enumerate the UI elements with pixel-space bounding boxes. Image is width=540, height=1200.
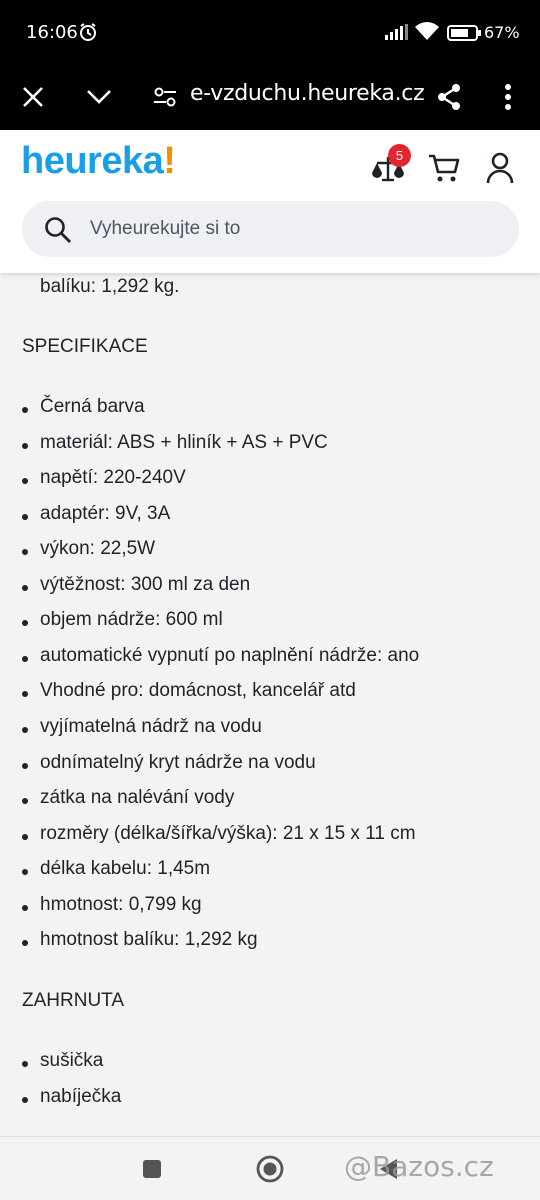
- status-time: 16:06: [26, 22, 78, 43]
- bullet-icon: [22, 940, 28, 947]
- search-placeholder[interactable]: Vyheurekujte si to: [90, 218, 240, 240]
- bullet-icon: [22, 726, 28, 733]
- list-item: vyjímatelná nádrž na vodu: [40, 715, 262, 737]
- bullet-icon: [22, 691, 28, 698]
- list-item: nabíječka: [40, 1085, 122, 1107]
- url-text[interactable]: e-vzduchu.heureka.cz: [190, 81, 425, 106]
- more-options-icon[interactable]: [488, 77, 528, 117]
- alarm-icon: [78, 22, 98, 47]
- product-description: balíku: 1,292 kg. SPECIFIKACE Černá barv…: [0, 273, 540, 1136]
- user-icon[interactable]: [480, 148, 520, 188]
- list-item: výkon: 22,5W: [40, 538, 156, 560]
- list-item: délka kabelu: 1,45m: [40, 858, 211, 880]
- bullet-icon: [22, 513, 28, 520]
- list-item: objem nádrže: 600 ml: [40, 609, 223, 631]
- cart-icon[interactable]: [424, 148, 464, 188]
- signal-icon: [385, 24, 409, 45]
- site-settings-icon[interactable]: [145, 77, 185, 117]
- bullet-icon: [22, 904, 28, 911]
- list-item: Vhodné pro: domácnost, kancelář atd: [40, 680, 356, 702]
- recents-icon[interactable]: [136, 1153, 168, 1185]
- included-heading: ZAHRNUTA: [22, 990, 125, 1011]
- list-item: Černá barva: [40, 396, 145, 417]
- bullet-icon: [22, 1061, 28, 1067]
- bullet-icon: [22, 869, 28, 876]
- list-item: materiál: ABS + hliník + AS + PVC: [40, 431, 328, 453]
- list-item: hmotnost: 0,799 kg: [40, 893, 202, 915]
- list-item: rozměry (délka/šířka/výška): 21 x 15 x 1…: [40, 822, 416, 844]
- bazos-watermark: @Bazos.cz: [344, 1150, 494, 1183]
- compare-count-badge: 5: [388, 144, 411, 167]
- bullet-icon: [22, 549, 28, 556]
- bullet-icon: [22, 442, 28, 449]
- bullet-icon: [22, 833, 28, 840]
- close-icon[interactable]: [13, 77, 53, 117]
- bullet-icon: [22, 798, 28, 805]
- list-item: výtěžnost: 300 ml za den: [40, 573, 251, 595]
- wifi-icon: [415, 22, 439, 47]
- list-item: sušička: [40, 1050, 104, 1071]
- bullet-icon: [22, 478, 28, 485]
- battery-percent: 67%: [484, 23, 520, 42]
- search-bar[interactable]: Vyheurekujte si to: [22, 201, 519, 257]
- list-item: odnímatelný kryt nádrže na vodu: [40, 751, 316, 773]
- bullet-icon: [22, 620, 28, 627]
- list-item: automatické vypnutí po naplnění nádrže: …: [40, 644, 420, 666]
- status-bar: 16:06 67%: [0, 0, 540, 64]
- search-icon: [44, 216, 72, 249]
- list-item: adaptér: 9V, 3A: [40, 502, 171, 524]
- battery-icon: [447, 25, 481, 46]
- specs-heading: SPECIFIKACE: [22, 336, 148, 357]
- bullet-icon: [22, 584, 28, 591]
- description-text: balíku: 1,292 kg.: [40, 276, 180, 297]
- chevron-down-icon[interactable]: [79, 77, 119, 117]
- bullet-icon: [22, 1096, 28, 1103]
- bullet-icon: [22, 655, 28, 662]
- heureka-logo[interactable]: heureka!: [21, 140, 176, 183]
- list-item: zátka na nalévání vody: [40, 787, 235, 809]
- share-icon[interactable]: [429, 77, 469, 117]
- home-icon[interactable]: [254, 1153, 286, 1185]
- bullet-icon: [22, 407, 28, 413]
- list-item: hmotnost balíku: 1,292 kg: [40, 929, 258, 951]
- bullet-icon: [22, 762, 28, 769]
- browser-toolbar: e-vzduchu.heureka.cz: [0, 64, 540, 130]
- list-item: napětí: 220-240V: [40, 467, 186, 489]
